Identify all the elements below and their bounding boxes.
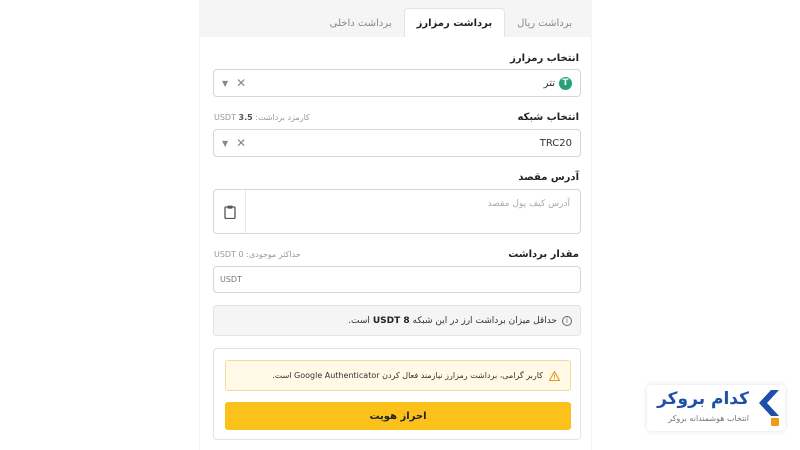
network-fee-value: 3.5	[238, 113, 253, 122]
clear-icon[interactable]: ✕	[236, 136, 246, 150]
withdraw-form: انتخاب رمزارز T تتر ▼ ✕ انتخاب شبکه کارم…	[200, 37, 591, 450]
network-fee: کارمزد برداشت: 3.5 USDT	[214, 113, 310, 122]
paste-button[interactable]	[214, 190, 246, 233]
currency-label: انتخاب رمزارز	[510, 53, 579, 64]
amount-unit: USDT	[220, 275, 242, 284]
warning-icon	[549, 370, 560, 381]
network-fee-label: کارمزد برداشت:	[255, 113, 310, 122]
info-text-after: است.	[348, 315, 370, 326]
tether-coin-icon: T	[559, 76, 572, 90]
network-select[interactable]: TRC20 ▼ ✕	[213, 129, 581, 157]
currency-value-text: تتر	[543, 77, 555, 89]
withdraw-panel: برداشت ریال برداشت رمزارز برداشت داخلی ا…	[199, 0, 592, 450]
tab-internal-withdraw[interactable]: برداشت داخلی	[318, 8, 404, 38]
network-select-controls: ▼ ✕	[222, 130, 246, 156]
destination-address-input[interactable]: آدرس کیف پول مقصد	[213, 189, 581, 234]
warning-text: کاربر گرامی، برداشت رمزارز نیازمند فعال …	[272, 371, 543, 380]
brand-logo: کدام بروکر انتخاب هوشمندانه بروکر	[647, 385, 785, 431]
info-text-before: حداقل میزان برداشت ارز در این شبکه	[412, 315, 558, 326]
chevron-down-icon[interactable]: ▼	[222, 79, 228, 88]
brand-name: کدام بروکر	[657, 389, 749, 409]
destination-placeholder: آدرس کیف پول مقصد	[487, 199, 570, 209]
currency-select[interactable]: T تتر ▼ ✕	[213, 69, 581, 97]
withdraw-tabs: برداشت ریال برداشت رمزارز برداشت داخلی	[199, 0, 592, 38]
info-icon: i	[562, 315, 572, 326]
clipboard-icon	[223, 205, 236, 219]
google-auth-warning: کاربر گرامی، برداشت رمزارز نیازمند فعال …	[225, 360, 571, 391]
brand-chevron-icon	[759, 390, 779, 416]
network-value-text: TRC20	[539, 137, 572, 149]
tab-rial-withdraw[interactable]: برداشت ریال	[505, 8, 584, 38]
network-value: TRC20	[540, 130, 572, 156]
info-min-amount: 8 USDT	[372, 315, 410, 326]
destination-label: آدرس مقصد	[518, 172, 579, 183]
clear-icon[interactable]: ✕	[236, 76, 246, 90]
amount-label: مقدار برداشت	[508, 249, 579, 260]
network-fee-unit: USDT	[214, 113, 236, 122]
brand-dot-icon	[771, 418, 779, 426]
brand-tagline: انتخاب هوشمندانه بروکر	[668, 414, 749, 423]
min-withdraw-text: حداقل میزان برداشت ارز در این شبکه 8 USD…	[348, 316, 557, 326]
network-label: انتخاب شبکه	[517, 112, 579, 123]
chevron-down-icon[interactable]: ▼	[222, 139, 228, 148]
kyc-button[interactable]: احراز هویت	[225, 402, 571, 430]
tab-crypto-withdraw[interactable]: برداشت رمزارز	[403, 8, 506, 38]
min-withdraw-info: i حداقل میزان برداشت ارز در این شبکه 8 U…	[213, 305, 581, 336]
kyc-box: کاربر گرامی، برداشت رمزارز نیازمند فعال …	[213, 348, 581, 440]
max-balance: حداکثر موجودی: 0 USDT	[214, 250, 301, 259]
currency-select-controls: ▼ ✕	[222, 70, 246, 96]
amount-input[interactable]: USDT	[213, 266, 581, 293]
currency-value: T تتر	[544, 70, 572, 96]
